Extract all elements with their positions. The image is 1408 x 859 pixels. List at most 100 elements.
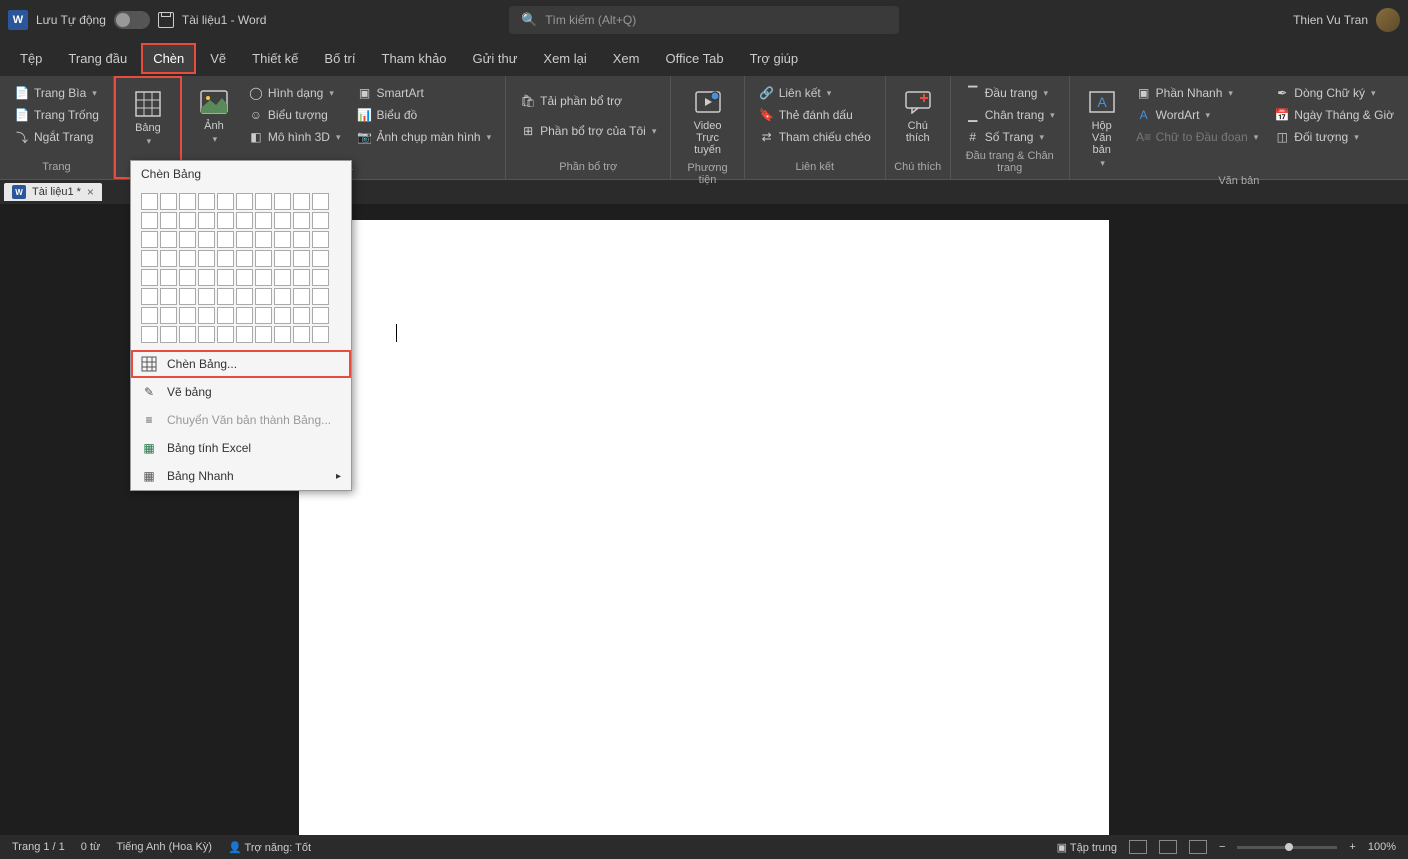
table-size-grid[interactable]	[131, 187, 351, 350]
grid-cell[interactable]	[255, 193, 272, 210]
tab-view[interactable]: Xem	[601, 43, 652, 74]
wordart-button[interactable]: A WordArt▾	[1130, 104, 1265, 126]
bookmark-button[interactable]: 🔖 Thẻ đánh dấu	[753, 104, 877, 126]
grid-cell[interactable]	[274, 326, 291, 343]
signature-line-button[interactable]: ✒ Dòng Chữ ký▾	[1268, 82, 1400, 104]
grid-cell[interactable]	[312, 307, 329, 324]
grid-cell[interactable]	[217, 231, 234, 248]
grid-cell[interactable]	[141, 231, 158, 248]
draw-table-menu-item[interactable]: ✎ Vẽ bảng	[131, 378, 351, 406]
page-indicator[interactable]: Trang 1 / 1	[12, 841, 65, 853]
user-avatar[interactable]	[1376, 8, 1400, 32]
tab-layout[interactable]: Bố trí	[312, 43, 367, 74]
icons-button[interactable]: ☺ Biểu tượng	[242, 104, 347, 126]
grid-cell[interactable]	[293, 269, 310, 286]
grid-cell[interactable]	[198, 212, 215, 229]
page-number-button[interactable]: # Số Trang▾	[959, 126, 1061, 148]
grid-cell[interactable]	[293, 212, 310, 229]
zoom-level[interactable]: 100%	[1368, 841, 1396, 853]
grid-cell[interactable]	[312, 288, 329, 305]
accessibility-indicator[interactable]: 👤 Trợ năng: Tốt	[228, 841, 311, 854]
grid-cell[interactable]	[141, 269, 158, 286]
grid-cell[interactable]	[236, 250, 253, 267]
grid-cell[interactable]	[236, 212, 253, 229]
quick-tables-menu-item[interactable]: ▦ Bảng Nhanh ▸	[131, 462, 351, 490]
grid-cell[interactable]	[160, 193, 177, 210]
user-info[interactable]: Thien Vu Tran	[1293, 8, 1400, 32]
text-box-button[interactable]: A Hộp Văn bản ▾	[1078, 82, 1126, 173]
grid-cell[interactable]	[179, 250, 196, 267]
toggle-switch[interactable]	[114, 11, 150, 29]
object-button[interactable]: ◫ Đối tượng▾	[1268, 126, 1400, 148]
grid-cell[interactable]	[160, 288, 177, 305]
table-button[interactable]: Bảng ▾	[124, 84, 172, 151]
blank-page-button[interactable]: 📄 Trang Trống	[8, 104, 105, 126]
grid-cell[interactable]	[236, 269, 253, 286]
grid-cell[interactable]	[236, 288, 253, 305]
grid-cell[interactable]	[255, 250, 272, 267]
search-box[interactable]: 🔍 Tìm kiếm (Alt+Q)	[509, 6, 899, 34]
chart-button[interactable]: 📊 Biểu đồ	[351, 104, 498, 126]
footer-button[interactable]: ▁ Chân trang▾	[959, 104, 1061, 126]
tab-home[interactable]: Trang đầu	[56, 43, 139, 74]
grid-cell[interactable]	[293, 250, 310, 267]
online-video-button[interactable]: Video Trực tuyến	[679, 82, 735, 160]
screenshot-button[interactable]: 📷 Ảnh chụp màn hình▾	[351, 126, 498, 148]
grid-cell[interactable]	[255, 326, 272, 343]
shapes-button[interactable]: ◯ Hình dạng▾	[242, 82, 347, 104]
grid-cell[interactable]	[217, 212, 234, 229]
grid-cell[interactable]	[274, 231, 291, 248]
grid-cell[interactable]	[160, 212, 177, 229]
grid-cell[interactable]	[236, 193, 253, 210]
grid-cell[interactable]	[198, 269, 215, 286]
date-time-button[interactable]: 📅 Ngày Tháng & Giờ	[1268, 104, 1400, 126]
grid-cell[interactable]	[274, 307, 291, 324]
grid-cell[interactable]	[217, 326, 234, 343]
link-button[interactable]: 🔗 Liên kết▾	[753, 82, 877, 104]
grid-cell[interactable]	[217, 193, 234, 210]
grid-cell[interactable]	[255, 288, 272, 305]
grid-cell[interactable]	[160, 307, 177, 324]
tab-references[interactable]: Tham khảo	[370, 43, 459, 74]
grid-cell[interactable]	[312, 326, 329, 343]
focus-mode-button[interactable]: ▣ Tập trung	[1057, 841, 1117, 854]
grid-cell[interactable]	[312, 269, 329, 286]
grid-cell[interactable]	[312, 212, 329, 229]
save-icon[interactable]	[158, 12, 174, 28]
drop-cap-button[interactable]: A≡ Chữ to Đầu đoạn▾	[1130, 126, 1265, 148]
grid-cell[interactable]	[141, 250, 158, 267]
tab-file[interactable]: Tệp	[8, 43, 54, 74]
grid-cell[interactable]	[312, 250, 329, 267]
grid-cell[interactable]	[198, 231, 215, 248]
excel-table-menu-item[interactable]: ▦ Bảng tính Excel	[131, 434, 351, 462]
zoom-slider[interactable]	[1237, 846, 1337, 849]
grid-cell[interactable]	[274, 269, 291, 286]
grid-cell[interactable]	[179, 212, 196, 229]
grid-cell[interactable]	[217, 269, 234, 286]
grid-cell[interactable]	[198, 250, 215, 267]
autosave-toggle[interactable]: Lưu Tự động	[36, 11, 150, 29]
zoom-in-button[interactable]: +	[1349, 841, 1355, 853]
quick-parts-button[interactable]: ▣ Phần Nhanh▾	[1130, 82, 1265, 104]
grid-cell[interactable]	[312, 193, 329, 210]
grid-cell[interactable]	[198, 326, 215, 343]
grid-cell[interactable]	[198, 193, 215, 210]
grid-cell[interactable]	[293, 307, 310, 324]
pictures-button[interactable]: Ảnh ▾	[190, 82, 238, 149]
grid-cell[interactable]	[293, 193, 310, 210]
grid-cell[interactable]	[236, 326, 253, 343]
grid-cell[interactable]	[293, 288, 310, 305]
cross-reference-button[interactable]: ⇄ Tham chiếu chéo	[753, 126, 877, 148]
grid-cell[interactable]	[274, 193, 291, 210]
grid-cell[interactable]	[236, 231, 253, 248]
tab-insert[interactable]: Chèn	[141, 43, 196, 74]
grid-cell[interactable]	[255, 212, 272, 229]
language-indicator[interactable]: Tiếng Anh (Hoa Kỳ)	[116, 841, 212, 853]
web-layout-button[interactable]	[1189, 840, 1207, 854]
page-break-button[interactable]: ⤵ Ngắt Trang	[8, 126, 105, 148]
grid-cell[interactable]	[236, 307, 253, 324]
grid-cell[interactable]	[141, 212, 158, 229]
grid-cell[interactable]	[293, 231, 310, 248]
grid-cell[interactable]	[217, 307, 234, 324]
grid-cell[interactable]	[274, 212, 291, 229]
